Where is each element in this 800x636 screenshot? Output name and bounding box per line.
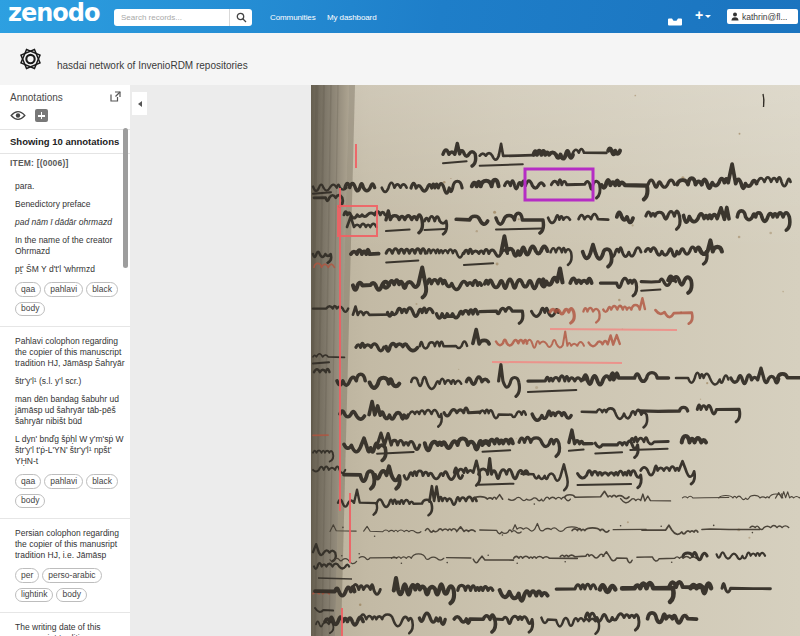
annotations-sidebar: Annotations Showing 10 annotations ITEM:… [0,85,130,636]
search-input[interactable] [114,9,229,26]
annotation-text: In the name of the creator Ohrmazd [15,235,126,257]
tag-pill[interactable]: perso-arabic [42,568,101,583]
tag-pill[interactable]: lightink [15,588,53,603]
site-header: hasdai network of InvenioRDM repositorie… [0,33,800,85]
search-button[interactable] [229,9,252,26]
annotation-text: para. [15,181,126,192]
sidebar-collapse-button[interactable] [132,92,147,115]
annotation-text: pṯ' ŠM Y d't'l 'whrmzd [15,264,126,275]
annotations-title: Annotations [10,92,63,103]
tag-pill[interactable]: body [15,494,45,509]
visibility-eye-icon[interactable] [10,110,26,121]
divider [0,612,130,613]
tag-pill[interactable]: black [86,474,118,489]
annotation-tags: perperso-arabic lightinkbody [15,568,126,607]
zenodo-logo[interactable]: zenodo [8,0,100,27]
manuscript-image[interactable] [311,85,800,636]
tag-pill[interactable]: qaa [15,474,41,489]
tag-pill[interactable]: black [86,282,118,297]
divider [0,326,130,327]
annotation-item[interactable]: para. Benedictory preface pad nām ī dādār … [15,181,126,321]
nav-communities[interactable]: Communities [270,13,316,22]
user-account-button[interactable]: kathrin@fl... [727,9,798,24]
site-title: hasdai network of InvenioRDM repositorie… [57,60,248,71]
search-icon [236,12,247,23]
tag-pill[interactable]: body [56,588,86,603]
annotation-tags: qaapahlaviblack body [15,474,126,513]
annotation-item[interactable]: Pahlavi colophon regarding the copier of… [15,336,126,513]
annotation-text: The writing date of this manuscript trad… [15,622,126,636]
tag-pill[interactable]: body [15,302,45,317]
annotations-panel-header: Annotations [0,85,130,103]
annotation-text: Pahlavi colophon regarding the copier of… [15,336,126,369]
nav-my-dashboard[interactable]: My dashboard [327,13,377,22]
add-new-button[interactable]: + [695,7,711,23]
divider [0,518,130,519]
search-box [114,9,252,26]
tag-pill[interactable]: qaa [15,282,41,297]
annotation-list: para. Benedictory preface pad nām ī dādār … [0,168,130,636]
annotation-item[interactable]: The writing date of this manuscript trad… [15,622,126,636]
showing-annotations-label: Showing 10 annotations [0,130,130,153]
tag-pill[interactable]: pahlavi [44,474,83,489]
upload-tray-icon[interactable] [668,12,682,30]
annotation-text: štr'y'l¹ (s.l. y'l scr.) [15,376,126,387]
annotation-text: pad nām ī dādār ohrmazd [15,217,126,228]
annotation-item[interactable]: Persian colophon regarding the copier of… [15,528,126,607]
item-label: ITEM: [(0006)] [0,154,130,168]
open-in-new-icon[interactable] [110,91,121,102]
annotation-text: L dyn' bnďg šṗḥl W y'm'sṗ W štr'y'l t'ṗ-… [15,434,126,467]
chevron-left-icon [138,101,142,107]
top-navbar: zenodo Communities My dashboard + kathri… [0,0,800,33]
annotation-tags: qaapahlaviblack body [15,282,126,321]
tag-pill[interactable]: per [15,568,39,583]
sidebar-scrollbar[interactable] [123,128,128,268]
annotation-text: Persian colophon regarding the copier of… [15,528,126,561]
annotation-text: man dēn bandag šabuhr ud jāmāsp ud šahry… [15,394,126,427]
user-icon [731,12,739,21]
hasdai-logo [18,46,43,72]
caret-down-icon [705,15,711,18]
tag-pill[interactable]: pahlavi [44,282,83,297]
annotation-text: Benedictory preface [15,199,126,210]
add-annotation-button[interactable] [35,109,48,122]
